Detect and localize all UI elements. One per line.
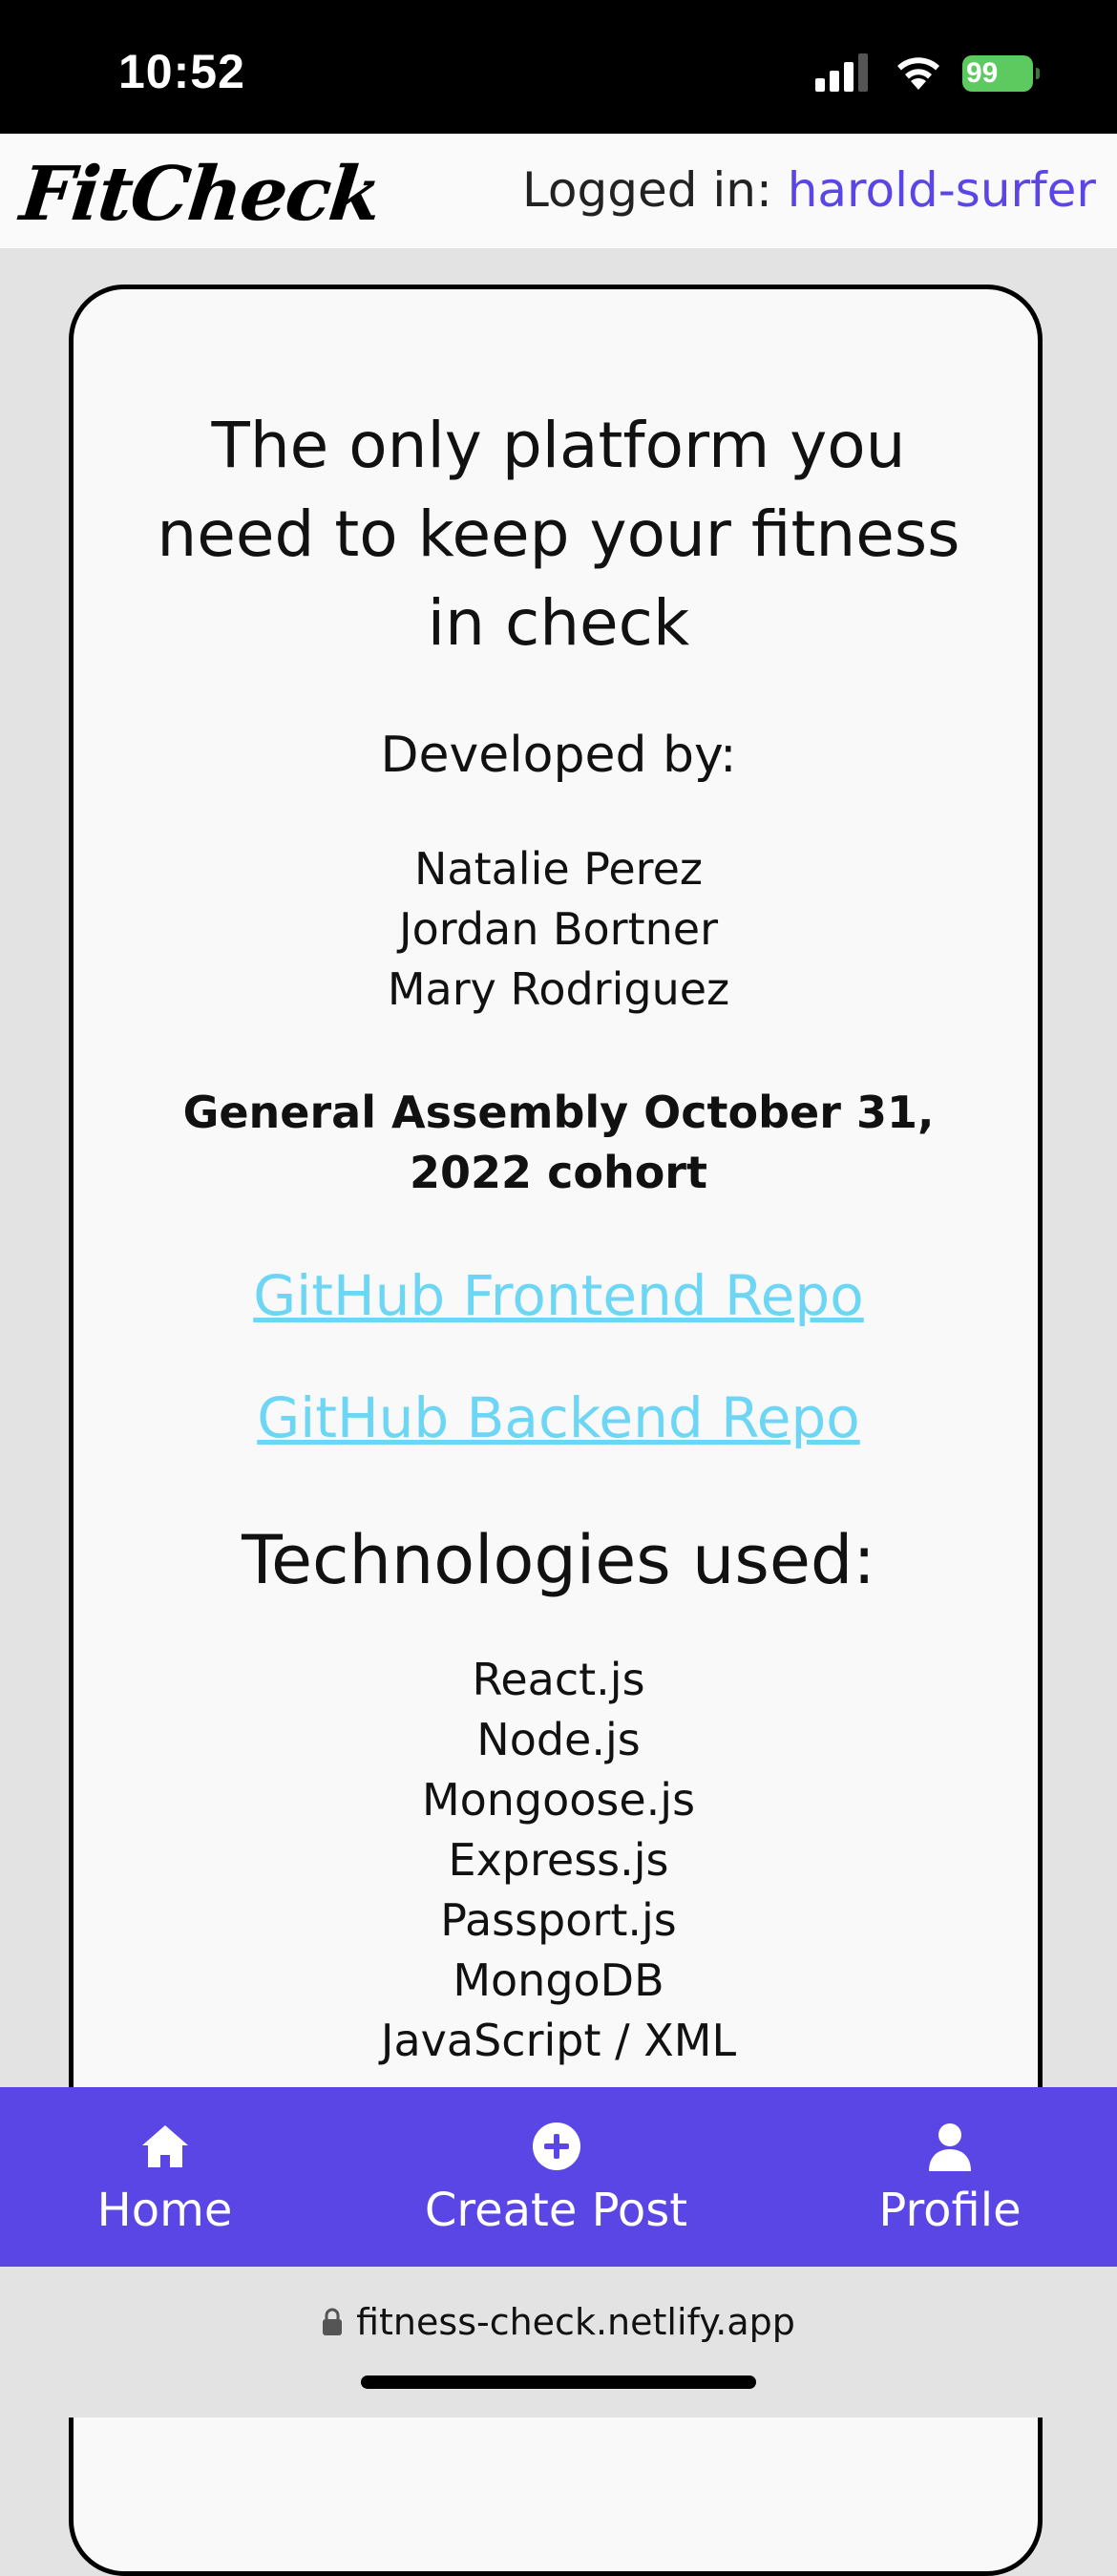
status-bar: 10:52 99	[0, 0, 1117, 134]
home-icon	[141, 2125, 188, 2167]
nav-home[interactable]: Home	[57, 2087, 272, 2267]
browser-url-bar[interactable]: fitness-check.netlify.app	[0, 2267, 1117, 2418]
nav-create-post-label: Create Post	[424, 2184, 688, 2237]
home-indicator	[361, 2375, 756, 2389]
tagline: The only platform you need to keep your …	[157, 409, 960, 660]
technologies-list: React.js Node.js Mongoose.js Express.js …	[69, 1650, 1048, 2071]
developed-by-heading: Developed by:	[380, 727, 737, 784]
url-display[interactable]: fitness-check.netlify.app	[0, 2301, 1117, 2343]
user-icon	[929, 2123, 971, 2171]
bottom-nav: Home Create Post Profile	[0, 2087, 1117, 2267]
plus-circle-icon	[532, 2122, 580, 2170]
cohort-text: General Assembly October 31, 2022 cohort	[182, 1087, 935, 1198]
url-text: fitness-check.netlify.app	[356, 2301, 795, 2343]
battery-level: 99	[966, 57, 999, 89]
technology-item: JavaScript / XML	[380, 2015, 737, 2066]
developer-name: Natalie Perez	[413, 843, 704, 895]
github-backend-link[interactable]: GitHub Backend Repo	[69, 1384, 1048, 1451]
signal-icon	[815, 53, 868, 92]
battery-icon: 99	[962, 55, 1040, 92]
app-header: FitCheck Logged in: harold-surfer	[0, 134, 1117, 248]
developer-name: Mary Rodriguez	[387, 963, 730, 1015]
github-frontend-link[interactable]: GitHub Frontend Repo	[69, 1262, 1048, 1329]
technology-item: Express.js	[448, 1834, 669, 1886]
technology-item: React.js	[472, 1654, 645, 1705]
technology-item: Passport.js	[440, 1894, 677, 1946]
lock-icon	[323, 2308, 343, 2335]
nav-profile[interactable]: Profile	[840, 2087, 1060, 2267]
technology-item: Mongoose.js	[421, 1774, 696, 1826]
nav-profile-label: Profile	[878, 2184, 1022, 2237]
technology-item: MongoDB	[453, 1954, 664, 2006]
nav-home-label: Home	[96, 2184, 233, 2237]
technology-item: Node.js	[476, 1714, 641, 1765]
technologies-heading: Technologies used:	[242, 1521, 875, 1599]
username-link[interactable]: harold-surfer	[788, 162, 1096, 218]
wifi-icon	[897, 57, 939, 90]
about-content: The only platform you need to keep your …	[69, 401, 1048, 2071]
developer-list: Natalie Perez Jordan Bortner Mary Rodrig…	[69, 839, 1048, 1020]
nav-create-post[interactable]: Create Post	[401, 2087, 711, 2267]
logged-in-status: Logged in: harold-surfer	[522, 162, 1096, 218]
app-logo[interactable]: FitCheck	[16, 151, 384, 238]
logged-in-label: Logged in:	[521, 162, 788, 218]
developer-name: Jordan Bortner	[399, 903, 718, 955]
status-time: 10:52	[118, 45, 245, 98]
